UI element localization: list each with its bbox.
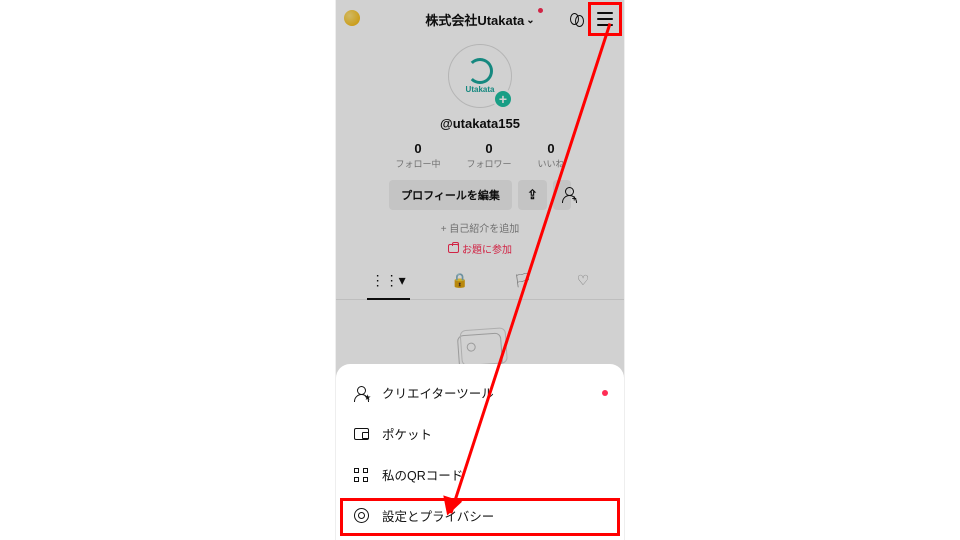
stat-followers[interactable]: 0 フォロワー: [466, 141, 511, 170]
footprint-icon[interactable]: [568, 10, 586, 28]
action-row: プロフィールを編集 ⇪ +: [336, 180, 624, 210]
account-switcher[interactable]: 株式会社Utakata ⌄: [425, 10, 534, 29]
person-star-icon: ★: [354, 386, 368, 400]
bottom-sheet: ★ クリエイターツール ポケット 私のQRコード 設定とプライバシー: [336, 364, 624, 540]
gear-icon: [354, 508, 369, 523]
notification-dot: [538, 8, 543, 13]
camera-icon: [448, 244, 459, 253]
chevron-down-icon: ⌄: [526, 15, 534, 26]
phone-frame: 株式会社Utakata ⌄ Utakata + @utakata155 0 フォ…: [335, 0, 625, 540]
sheet-item-pocket[interactable]: ポケット: [336, 413, 624, 454]
stat-followers-count: 0: [466, 141, 511, 156]
stats-row: 0 フォロー中 0 フォロワー 0 いいね: [336, 141, 624, 170]
stat-following-count: 0: [395, 141, 440, 156]
stat-following[interactable]: 0 フォロー中: [395, 141, 440, 170]
add-avatar-badge[interactable]: +: [493, 89, 513, 109]
add-friends-button[interactable]: +: [553, 180, 571, 210]
sheet-label-qr: 私のQRコード: [382, 465, 463, 484]
coin-icon[interactable]: [344, 10, 360, 26]
header: 株式会社Utakata ⌄: [336, 0, 624, 38]
stat-likes-label: いいね: [538, 157, 565, 170]
stat-following-label: フォロー中: [395, 157, 440, 170]
sheet-item-settings[interactable]: 設定とプライバシー: [336, 495, 624, 536]
content-tabs: ⋮⋮▾ 🔒 🏳 ♡: [336, 270, 624, 300]
sheet-label-creator-tools: クリエイターツール: [382, 383, 494, 402]
tab-private[interactable]: 🔒: [447, 270, 472, 291]
username-handle: @utakata155: [336, 116, 624, 131]
join-topic-link[interactable]: お題に参加: [336, 241, 624, 256]
profile-section: Utakata + @utakata155 0 フォロー中 0 フォロワー 0 …: [336, 38, 624, 395]
stat-likes-count: 0: [538, 141, 565, 156]
qr-icon: [354, 468, 368, 482]
join-topic-label: お題に参加: [462, 241, 512, 256]
sheet-label-settings: 設定とプライバシー: [382, 506, 494, 525]
hamburger-menu-button[interactable]: [592, 6, 618, 32]
account-name: 株式会社Utakata: [425, 10, 524, 29]
stat-likes[interactable]: 0 いいね: [538, 141, 565, 170]
wallet-icon: [354, 428, 369, 440]
tab-liked[interactable]: ♡: [573, 270, 594, 291]
avatar[interactable]: Utakata +: [448, 44, 512, 108]
notification-dot: [602, 390, 608, 396]
tab-repost[interactable]: 🏳: [510, 270, 536, 291]
avatar-logo-icon: [467, 58, 493, 84]
add-bio-hint[interactable]: + 自己紹介を追加: [336, 220, 624, 235]
sheet-label-pocket: ポケット: [382, 424, 432, 443]
tab-grid[interactable]: ⋮⋮▾: [367, 270, 410, 291]
share-profile-button[interactable]: ⇪: [518, 180, 547, 210]
avatar-brand-label: Utakata: [466, 85, 495, 94]
stat-followers-label: フォロワー: [466, 157, 511, 170]
edit-profile-button[interactable]: プロフィールを編集: [389, 180, 512, 210]
sheet-item-creator-tools[interactable]: ★ クリエイターツール: [336, 372, 624, 413]
sheet-item-qr[interactable]: 私のQRコード: [336, 454, 624, 495]
